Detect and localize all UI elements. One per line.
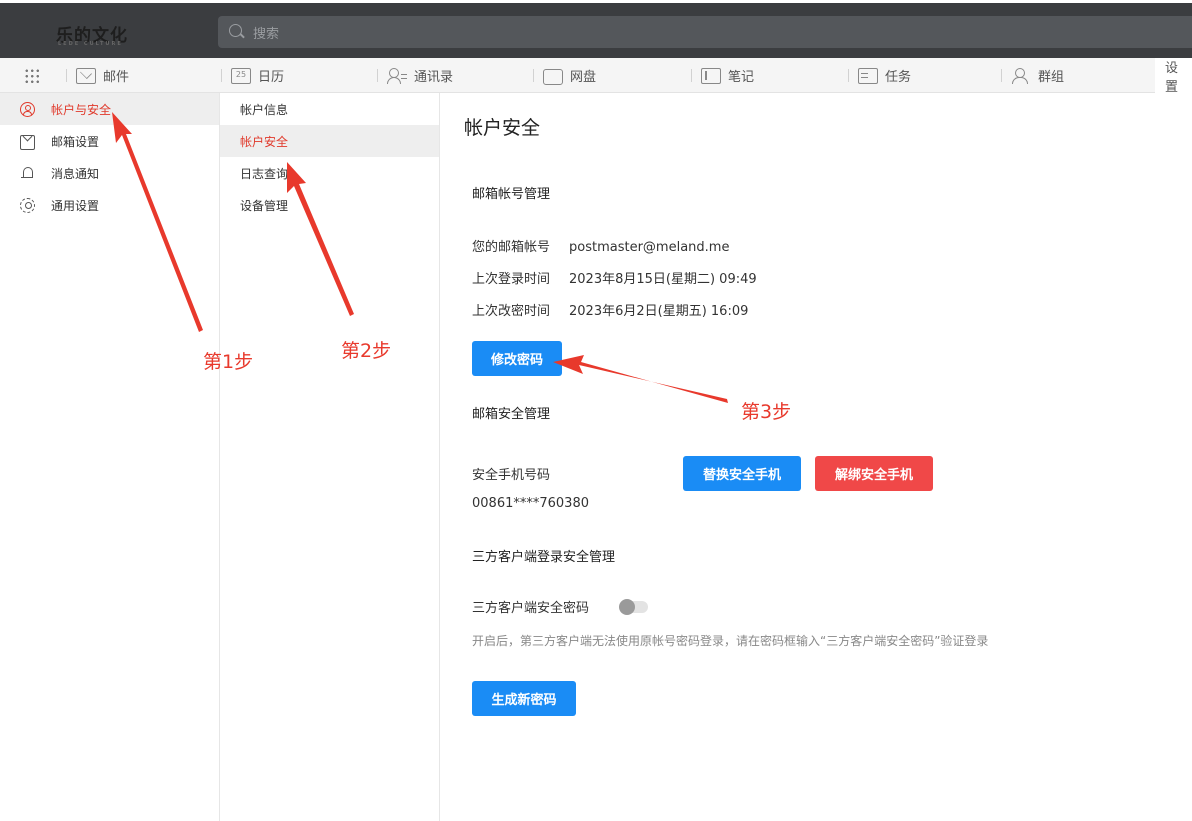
sidebar-item-account-security[interactable]: 帐户与安全 [0, 93, 219, 125]
brand-logo[interactable]: 乐的文化 LEDE CULTURE [56, 21, 128, 47]
top-header: 乐的文化 LEDE CULTURE 搜索 [0, 0, 1192, 58]
search-bar[interactable]: 搜索 [218, 16, 1192, 48]
contacts-icon [387, 67, 407, 84]
step2-label: 第2步 [341, 340, 392, 362]
nav-notes[interactable]: 笔记 [691, 58, 755, 93]
group-icon [1011, 67, 1031, 84]
nav-divider [1001, 69, 1002, 82]
replace-phone-button[interactable]: 替换安全手机 [683, 456, 801, 491]
nav-divider [848, 69, 849, 82]
nav-label: 笔记 [728, 70, 755, 85]
nav-label: 任务 [885, 70, 912, 85]
step1-label: 第1步 [203, 351, 254, 373]
mailbox-section-title: 邮箱帐号管理 [472, 187, 551, 202]
account-submenu: 帐户信息 帐户安全 日志查询 设备管理 [220, 93, 440, 821]
unbind-phone-button[interactable]: 解绑安全手机 [815, 456, 933, 491]
nav-label: 网盘 [570, 70, 597, 85]
disk-icon [543, 68, 563, 85]
account-row: 您的邮箱帐号 postmaster@meland.me [472, 236, 729, 255]
nav-mail[interactable]: 邮件 [66, 58, 130, 93]
nav-divider [377, 69, 378, 82]
last-password-change-value: 2023年6月2日(星期五) 16:09 [569, 304, 749, 319]
sidebar-item-mailbox-settings[interactable]: 邮箱设置 [0, 125, 219, 157]
generate-password-button[interactable]: 生成新密码 [472, 681, 576, 716]
step3-label: 第3步 [741, 401, 792, 423]
mail-icon [76, 67, 96, 84]
nav-divider [66, 69, 67, 82]
app-nav: 邮件 25 日历 通讯录 网盘 笔记 任务 群组 设置 [0, 58, 1192, 95]
nav-label: 群组 [1038, 70, 1065, 85]
toggle-knob [619, 599, 635, 615]
last-login-label: 上次登录时间 [472, 272, 551, 287]
nav-label: 邮件 [103, 70, 130, 85]
page-title: 帐户安全 [464, 117, 541, 139]
mail-icon [20, 134, 35, 150]
third-party-password-label: 三方客户端安全密码 [472, 601, 590, 616]
gear-icon [20, 197, 35, 213]
nav-groups[interactable]: 群组 [1001, 58, 1065, 93]
sidebar-item-label: 消息通知 [51, 166, 100, 181]
submenu-item-label: 帐户安全 [240, 134, 289, 149]
nav-label: 日历 [258, 70, 285, 85]
account-value: postmaster@meland.me [569, 240, 730, 255]
submenu-item-label: 帐户信息 [240, 102, 289, 117]
submenu-item-label: 日志查询 [240, 166, 289, 181]
security-section-title: 邮箱安全管理 [472, 407, 551, 422]
last-login-value: 2023年8月15日(星期二) 09:49 [569, 272, 757, 287]
task-icon [858, 67, 878, 84]
sidebar-item-notifications[interactable]: 消息通知 [0, 157, 219, 189]
last-password-change-row: 上次改密时间 2023年6月2日(星期五) 16:09 [472, 300, 748, 319]
submenu-item-device-management[interactable]: 设备管理 [220, 189, 439, 221]
submenu-item-log-query[interactable]: 日志查询 [220, 157, 439, 189]
nav-contacts[interactable]: 通讯录 [377, 58, 454, 93]
third-party-password-toggle[interactable] [619, 599, 648, 615]
sidebar-item-label: 邮箱设置 [51, 134, 100, 149]
nav-divider [533, 69, 534, 82]
nav-label: 通讯录 [414, 70, 454, 85]
submenu-item-label: 设备管理 [240, 198, 289, 213]
sidebar-item-general-settings[interactable]: 通用设置 [0, 189, 219, 221]
nav-tasks[interactable]: 任务 [848, 58, 912, 93]
last-login-row: 上次登录时间 2023年8月15日(星期二) 09:49 [472, 268, 757, 287]
apps-grid-icon[interactable] [24, 68, 40, 84]
phone-value: 00861****760380 [472, 496, 589, 511]
search-placeholder: 搜索 [253, 27, 280, 42]
submenu-item-account-info[interactable]: 帐户信息 [220, 93, 439, 125]
nav-disk[interactable]: 网盘 [533, 58, 597, 93]
third-party-hint: 开启后，第三方客户端无法使用原帐号密码登录，请在密码框输入“三方客户端安全密码”… [472, 634, 989, 648]
submenu-item-account-security[interactable]: 帐户安全 [220, 125, 439, 157]
nav-calendar[interactable]: 25 日历 [221, 58, 285, 93]
account-security-panel: 帐户安全 邮箱帐号管理 您的邮箱帐号 postmaster@meland.me 上… [440, 93, 1192, 821]
bell-icon [20, 166, 35, 181]
note-icon [701, 67, 721, 84]
nav-divider [691, 69, 692, 82]
nav-settings[interactable]: 设置 [1155, 58, 1192, 95]
sidebar-item-label: 帐户与安全 [51, 102, 112, 117]
user-icon [20, 101, 35, 117]
settings-sidebar: 帐户与安全 邮箱设置 消息通知 通用设置 [0, 93, 220, 821]
search-icon [229, 24, 242, 37]
logo-subtext: LEDE CULTURE [58, 41, 123, 47]
calendar-icon: 25 [231, 67, 251, 84]
nav-divider [221, 69, 222, 82]
sidebar-item-label: 通用设置 [51, 198, 100, 213]
third-party-section-title: 三方客户端登录安全管理 [472, 550, 616, 565]
account-label: 您的邮箱帐号 [472, 240, 551, 255]
change-password-button[interactable]: 修改密码 [472, 341, 562, 376]
phone-label: 安全手机号码 [472, 468, 551, 483]
nav-label: 设置 [1165, 60, 1179, 95]
last-password-change-label: 上次改密时间 [472, 304, 551, 319]
